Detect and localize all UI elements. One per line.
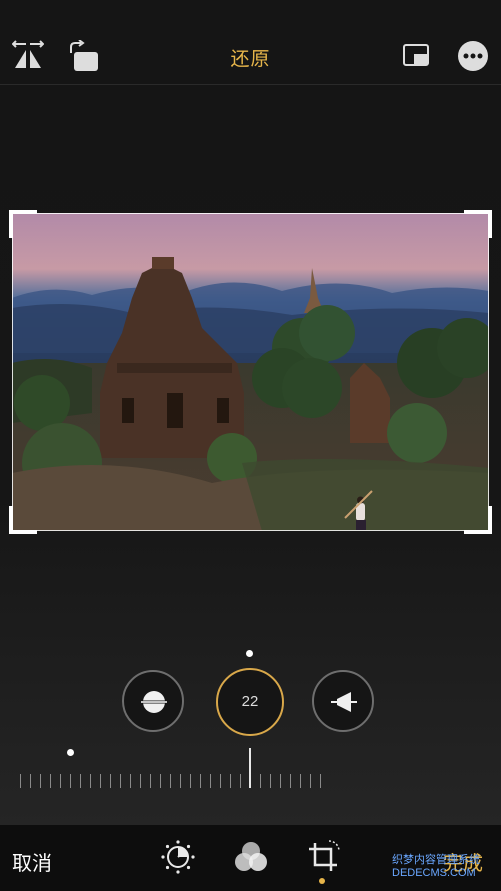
more-icon[interactable]: [457, 40, 489, 77]
ruler-tick: [90, 774, 91, 788]
ruler-tick: [190, 774, 191, 788]
top-toolbar: 还原: [0, 0, 501, 85]
dial-position-indicator: [246, 650, 253, 657]
ruler-tick: [300, 774, 301, 788]
rotation-ruler[interactable]: [20, 748, 321, 792]
ruler-tick: [240, 774, 241, 788]
perspective-icon: [331, 692, 357, 712]
ruler-tick: [80, 774, 81, 788]
ruler-center-marker: [249, 748, 251, 788]
ruler-tick: [310, 774, 311, 788]
ruler-tick: [20, 774, 21, 788]
rotation-value: 22: [241, 693, 259, 710]
aspect-ratio-icon[interactable]: [402, 43, 430, 72]
ruler-tick: [280, 774, 281, 788]
watermark-line1: 织梦内容管理系统: [392, 854, 480, 866]
active-tool-indicator: [319, 878, 325, 884]
horizon-icon: [141, 691, 167, 713]
crop-handle-top-left[interactable]: [9, 210, 37, 238]
ruler-tick: [130, 774, 131, 788]
crop-border: [12, 213, 489, 531]
ruler-tick: [60, 774, 61, 788]
straighten-dial[interactable]: [122, 670, 184, 732]
ruler-tick: [230, 774, 231, 788]
ruler-tick: [210, 774, 211, 788]
ruler-tick: [260, 774, 261, 788]
ruler-tick: [100, 774, 101, 788]
crop-handle-bottom-right[interactable]: [464, 506, 492, 534]
ruler-tick: [50, 774, 51, 788]
ruler-tick: [30, 774, 31, 788]
ruler-tick: [40, 774, 41, 788]
crop-handle-top-right[interactable]: [464, 210, 492, 238]
ruler-tick: [150, 774, 151, 788]
crop-frame[interactable]: [9, 210, 492, 534]
filters-icon[interactable]: [233, 839, 269, 880]
ruler-position-dot: [67, 749, 74, 756]
ruler-tick: [120, 774, 121, 788]
ruler-tick: [180, 774, 181, 788]
vertical-perspective-dial[interactable]: [312, 670, 374, 732]
ruler-tick: [320, 774, 321, 788]
ruler-tick: [160, 774, 161, 788]
rotation-dial[interactable]: 22: [216, 668, 284, 736]
adjust-icon[interactable]: [160, 839, 196, 880]
ruler-tick: [200, 774, 201, 788]
ruler-tick: [220, 774, 221, 788]
ruler-tick: [140, 774, 141, 788]
ruler-tick: [170, 774, 171, 788]
ruler-tick: [70, 774, 71, 788]
ruler-tick: [110, 774, 111, 788]
cancel-button[interactable]: 取消: [12, 847, 52, 876]
ruler-tick: [290, 774, 291, 788]
watermark: 织梦内容管理系统 DEDECMS.COM: [392, 854, 480, 880]
crop-handle-bottom-left[interactable]: [9, 506, 37, 534]
ruler-tick: [270, 774, 271, 788]
crop-icon[interactable]: [305, 839, 341, 880]
watermark-line2: DEDECMS.COM: [392, 867, 476, 879]
